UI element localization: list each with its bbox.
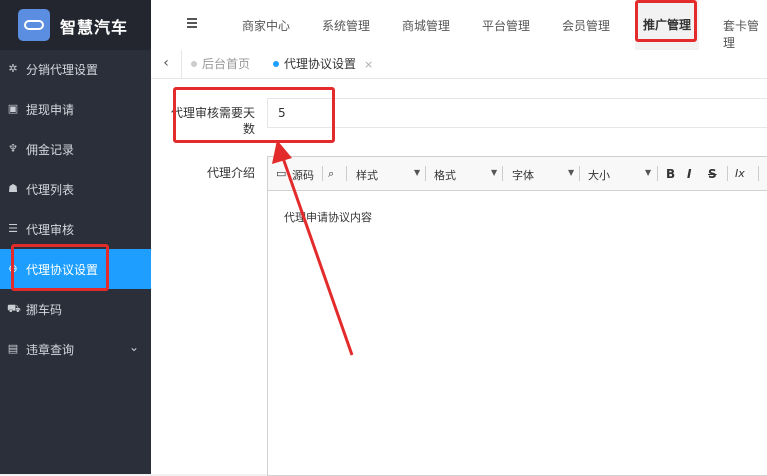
annotation-arrow <box>272 140 354 356</box>
